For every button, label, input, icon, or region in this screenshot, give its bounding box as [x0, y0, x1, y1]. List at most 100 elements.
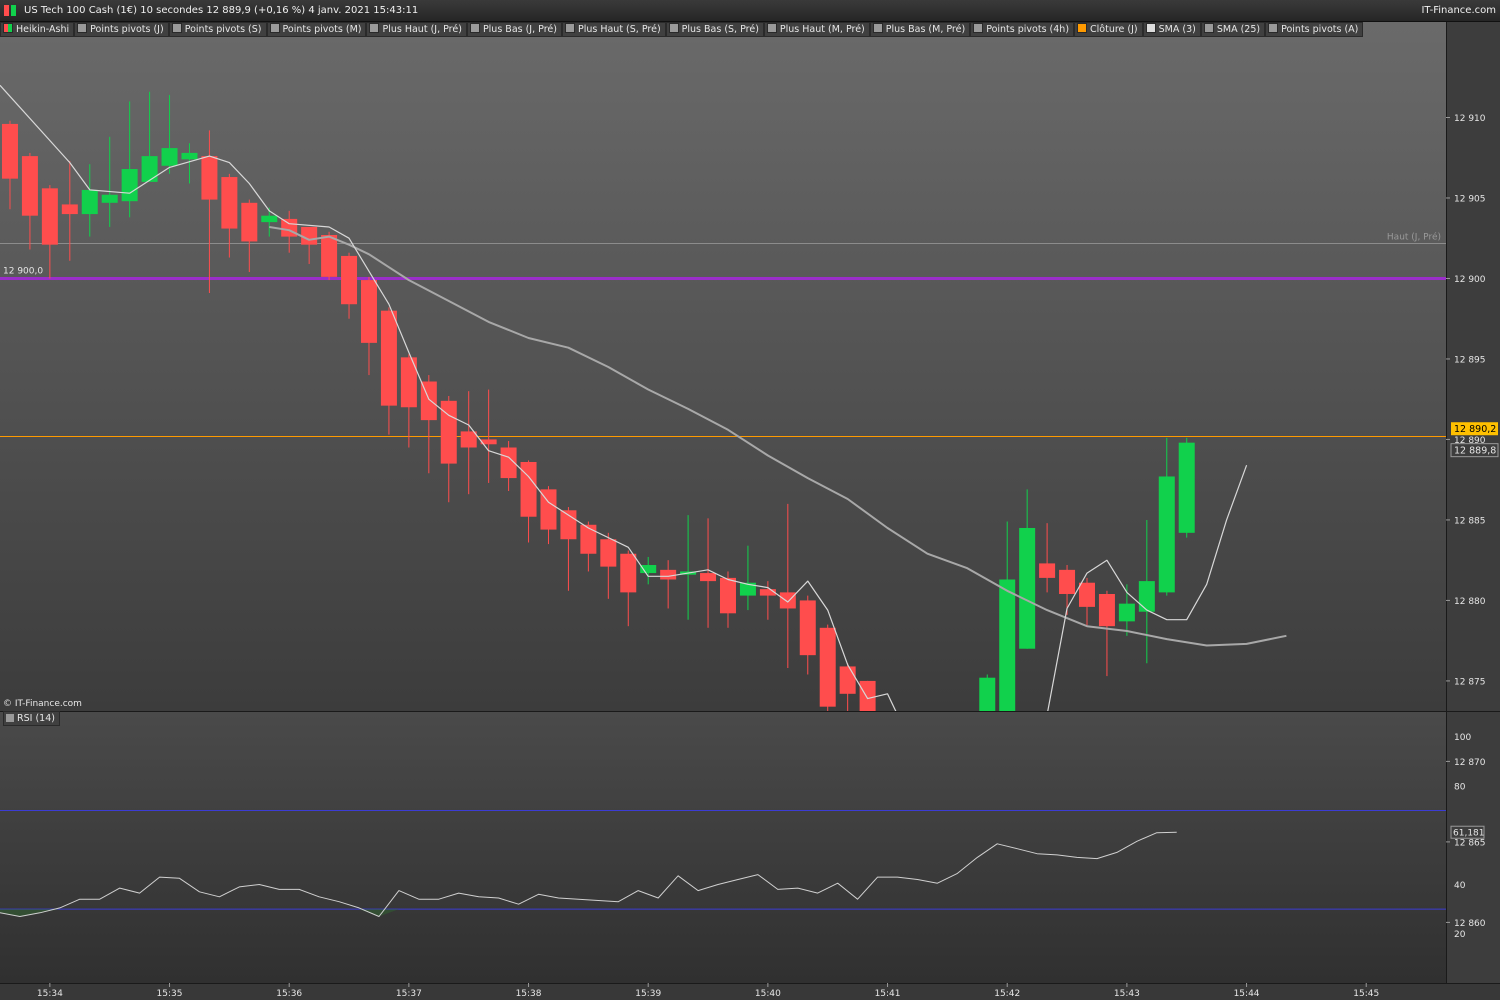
legend-item[interactable]: Plus Haut (M, Pré) [763, 22, 870, 37]
legend-swatch-icon [269, 23, 280, 33]
legend-swatch-icon [469, 23, 480, 33]
candle-body [1059, 569, 1076, 594]
legend-item[interactable]: Plus Haut (J, Pré) [366, 22, 467, 37]
candle-body [1118, 603, 1135, 622]
price-tick-label: 12 880 [1454, 597, 1486, 607]
legend-item[interactable]: SMA (3) [1142, 22, 1201, 37]
legend-item[interactable]: Clôture (J) [1074, 22, 1143, 37]
candle-body [1, 123, 18, 179]
candle-body [799, 600, 816, 656]
candle-body [520, 461, 537, 517]
legend-label: Points pivots (M) [282, 24, 362, 35]
legend-item[interactable]: Points pivots (J) [74, 22, 169, 37]
legend-swatch-icon [766, 23, 777, 33]
legend-item[interactable]: Plus Haut (S, Pré) [561, 22, 666, 37]
rsi-legend-item[interactable]: RSI (14) [3, 711, 60, 726]
legend-item[interactable]: Points pivots (M) [266, 22, 367, 37]
legend-item[interactable]: Points pivots (4h) [970, 22, 1075, 37]
candle-body [580, 524, 597, 554]
rsi-swatch-icon [6, 714, 14, 722]
candle-body [221, 177, 238, 229]
rsi-value-label: 61,181 [1453, 829, 1485, 839]
candle-body [121, 169, 138, 202]
legend-swatch-icon [77, 23, 88, 33]
time-tick-label: 15:40 [755, 989, 781, 999]
legend-label: Points pivots (A) [1281, 24, 1359, 35]
candle-body [341, 255, 358, 305]
indicator-legend: Heikin-Ashi Points pivots (J) Points pivot… [0, 21, 1446, 37]
time-tick-label: 15:39 [635, 989, 661, 999]
legend-swatch-icon [1077, 23, 1088, 33]
candle-body [41, 188, 58, 245]
legend-label: Plus Bas (M, Pré) [885, 24, 966, 35]
candle-body [819, 627, 836, 707]
price-tick-label: 12 865 [1454, 838, 1486, 848]
price-tick-label: 12 870 [1454, 758, 1486, 768]
time-tick-label: 15:43 [1114, 989, 1140, 999]
candle-body [241, 202, 258, 242]
candle-body [1178, 442, 1195, 533]
legend-label: Points pivots (S) [184, 24, 262, 35]
time-tick-label: 15:38 [516, 989, 542, 999]
time-tick-label: 15:45 [1353, 989, 1379, 999]
legend-swatch-icon [1145, 23, 1156, 33]
legend-swatch-icon [973, 23, 984, 33]
legend-item[interactable]: Plus Bas (M, Pré) [869, 22, 971, 37]
legend-label: Plus Haut (M, Pré) [779, 24, 865, 35]
rsi-tick-label: 80 [1454, 782, 1466, 792]
legend-item[interactable]: Plus Bas (S, Pré) [665, 22, 764, 37]
legend-item[interactable]: Plus Bas (J, Pré) [466, 22, 562, 37]
candle-body [81, 189, 98, 215]
legend-label: Plus Haut (S, Pré) [577, 24, 661, 35]
legend-item[interactable]: SMA (25) [1200, 22, 1266, 37]
rsi-legend-label: RSI (14) [17, 713, 55, 724]
level-label: 12 900,0 [3, 267, 43, 277]
rsi-plot-background [0, 711, 1446, 983]
candle-body [141, 156, 158, 182]
legend-swatch-icon [3, 23, 13, 33]
time-tick-label: 15:36 [276, 989, 302, 999]
candle-body [61, 204, 78, 215]
chart-canvas[interactable]: Haut (J, Pré)12 900,0Piv J 12 86012 8651… [0, 0, 1500, 1000]
candle-body [101, 194, 118, 203]
price-tick-label: 12 885 [1454, 516, 1486, 526]
candle-body [261, 215, 278, 223]
price-tick-label: 12 910 [1454, 114, 1486, 124]
candle-body [719, 577, 736, 614]
candle-body [321, 235, 338, 277]
candle-body [1078, 582, 1095, 607]
price-tag-label: 12 890,2 [1454, 424, 1496, 435]
candle-body [660, 569, 677, 580]
legend-label: SMA (3) [1158, 24, 1196, 35]
price-tick-label: 12 905 [1454, 194, 1486, 204]
candle-body [999, 579, 1016, 711]
legend-item[interactable]: Points pivots (A) [1265, 22, 1364, 37]
legend-swatch-icon [668, 23, 679, 33]
candle-body [620, 553, 637, 593]
watermark: © IT-Finance.com [3, 699, 82, 709]
price-tick-label: 12 895 [1454, 355, 1486, 365]
legend-label: SMA (25) [1216, 24, 1261, 35]
legend-item[interactable]: Heikin-Ashi [0, 22, 75, 37]
candle-body [181, 152, 198, 160]
price-tick-label: 12 875 [1454, 677, 1486, 687]
time-tick-label: 15:37 [396, 989, 422, 999]
candle-body [759, 589, 776, 596]
candle-body [839, 666, 856, 694]
candle-body [21, 156, 38, 216]
level-label: Haut (J, Pré) [1387, 232, 1441, 243]
legend-label: Plus Bas (S, Pré) [681, 24, 759, 35]
candle-body [600, 539, 617, 567]
candle-body [779, 592, 796, 609]
candle-body [1138, 581, 1155, 612]
rsi-tick-label: 40 [1454, 881, 1466, 891]
candle-body [360, 280, 377, 343]
legend-item[interactable]: Points pivots (S) [168, 22, 267, 37]
time-tick-label: 15:42 [994, 989, 1020, 999]
candle-body [1019, 527, 1036, 649]
legend-label: Plus Bas (J, Pré) [482, 24, 557, 35]
time-tick-label: 15:44 [1234, 989, 1260, 999]
candle-body [1039, 563, 1056, 578]
candle-body [1098, 593, 1115, 627]
legend-swatch-icon [1203, 23, 1214, 33]
